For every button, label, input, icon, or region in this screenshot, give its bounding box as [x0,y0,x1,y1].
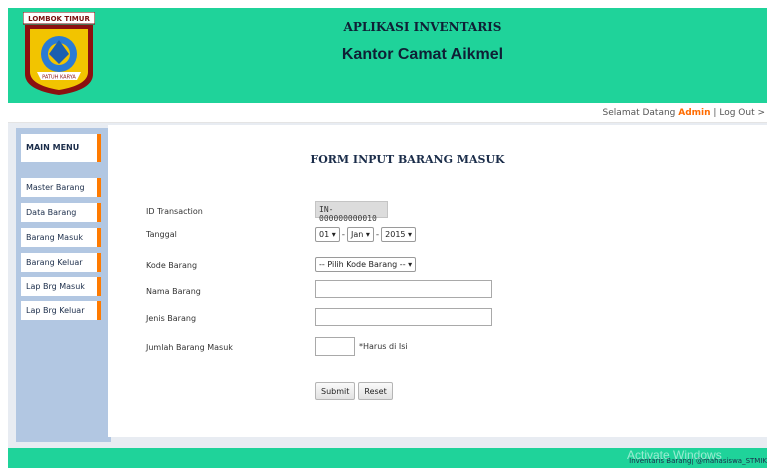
month-select[interactable]: Jan ▾ [347,227,374,242]
office-subtitle: Kantor Camat Aikmel [341,46,504,63]
jenis-barang-label: Jenis Barang [146,314,197,323]
kode-barang-select[interactable]: -- Pilih Kode Barang -- ▾ [315,257,417,272]
sidebar-item-lap-brg-masuk[interactable]: Lap Brg Masuk [21,277,101,296]
sidebar-item-lap-brg-keluar[interactable]: Lap Brg Keluar [21,301,101,320]
date-separator: - [375,229,380,240]
sidebar-item-barang-masuk[interactable]: Barang Masuk [21,228,101,247]
id-transaction-field: IN-000000000010 [315,201,388,223]
year-select[interactable]: 2015 ▾ [381,227,417,242]
sidebar-item-data-barang[interactable]: Data Barang [21,203,101,222]
user-greeting-row: Selamat Datang Admin | Log Out > [603,108,765,118]
kode-barang-label: Kode Barang [146,261,198,270]
nama-barang-label: Nama Barang [146,287,201,296]
header-banner: LOMBOK TIMUR PATUH KARYA APLIKASI INVENT… [8,8,767,103]
year-value: 2015 [385,230,406,239]
activate-windows-watermark: Activate Windows [627,448,722,462]
jumlah-barang-label: Jumlah Barang Masuk [146,343,233,352]
required-note: *Harus di Isi [359,342,408,351]
username-label: Admin [678,108,711,118]
logo-ribbon-text: PATUH KARYA [42,75,76,81]
jenis-barang-input[interactable] [315,308,492,326]
id-transaction-label: ID Transaction [146,207,203,216]
day-value: 01 [319,230,330,239]
nama-barang-input[interactable] [315,280,492,298]
logout-link[interactable]: Log Out > [719,108,765,118]
day-select[interactable]: 01 ▾ [315,227,340,242]
main-menu-heading: MAIN MENU [21,134,101,162]
greeting-text: Selamat Datang [602,108,676,118]
reset-button[interactable]: Reset [358,382,393,400]
sidebar-item-barang-keluar[interactable]: Barang Keluar [21,253,101,272]
jumlah-barang-input[interactable] [315,337,355,356]
main-area: MAIN MENU Master Barang Data Barang Bara… [8,123,767,448]
form-title: FORM INPUT BARANG MASUK [310,153,505,166]
date-separator: - [341,229,345,240]
user-bar: Selamat Datang Admin | Log Out > [8,103,767,123]
form-panel: FORM INPUT BARANG MASUK ID Transaction I… [108,125,767,437]
date-picker: 01 ▾ - Jan ▾ -2015 ▾ [315,224,417,243]
submit-button[interactable]: Submit [315,382,356,400]
kode-barang-value: -- Pilih Kode Barang -- [319,260,406,269]
sidebar: MAIN MENU Master Barang Data Barang Bara… [16,128,111,442]
userbar-separator: | [713,108,717,118]
sidebar-item-master-barang[interactable]: Master Barang [21,178,101,197]
tanggal-label: Tanggal [146,230,177,239]
month-value: Jan [351,230,364,239]
app-title: APLIKASI INVENTARIS [343,20,502,34]
